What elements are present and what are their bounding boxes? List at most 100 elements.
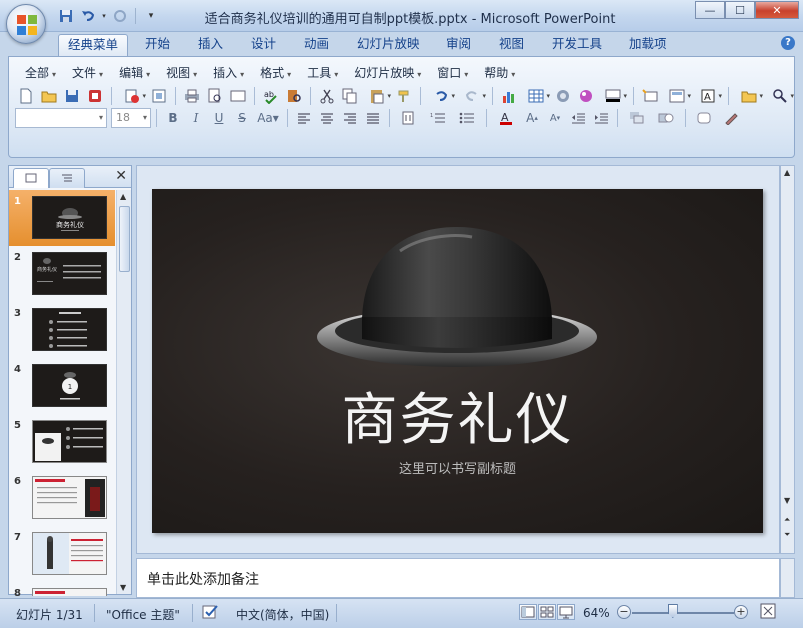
bold-button[interactable]: B [162,108,184,128]
office-button[interactable] [6,4,46,44]
maximize-button[interactable]: ☐ [725,1,755,19]
research-icon[interactable] [283,85,305,107]
strikethrough-button[interactable]: S [231,108,253,128]
fill-color-icon[interactable] [598,85,628,107]
slide-view-icon[interactable] [227,85,249,107]
save-icon[interactable] [61,85,83,107]
insert-picture-icon[interactable] [575,85,597,107]
menu-edit[interactable]: 编辑 ▾ [111,64,158,82]
tab-outline[interactable] [49,168,85,188]
notes-pane[interactable]: 单击此处添加备注 [136,558,780,598]
scroll-down-icon[interactable]: ▼ [784,496,790,505]
font-size-combo[interactable]: 18 [111,108,151,128]
tab-design[interactable]: 设计 [242,34,285,56]
zoom-in-button[interactable]: + [734,605,748,619]
format-painter-icon[interactable] [393,85,415,107]
font-color-icon[interactable]: A [492,108,520,128]
chevron-down-icon[interactable]: ▾ [100,6,108,26]
print-preview-icon[interactable] [204,85,226,107]
save-icon[interactable] [56,6,76,26]
copy-icon[interactable] [339,85,361,107]
close-button[interactable]: ✕ [755,1,799,19]
slide-thumbnail-2[interactable]: 2 商务礼仪 [9,246,115,302]
new-slide-icon[interactable] [639,85,661,107]
spelling-icon[interactable]: ab [260,85,282,107]
open-folder-icon[interactable] [38,85,60,107]
shapes-icon[interactable] [652,108,680,128]
shape-outline-icon[interactable] [720,108,742,128]
menu-all[interactable]: 全部 ▾ [17,64,64,82]
bullets-icon[interactable] [453,108,481,128]
menu-help[interactable]: 帮助 ▾ [476,64,523,82]
slide-thumbnail-5[interactable]: 5 [9,414,115,470]
language-indicator[interactable]: 中文(简体，中国) [236,606,329,623]
slide-thumbnail-3[interactable]: 3 [9,302,115,358]
menu-slideshow[interactable]: 幻灯片放映 ▾ [346,64,429,82]
zoom-level[interactable]: 64% [583,606,610,620]
chart-icon[interactable] [498,85,520,107]
menu-view[interactable]: 视图 ▾ [158,64,205,82]
cut-icon[interactable] [316,85,338,107]
scroll-down-icon[interactable]: ▼ [120,583,126,592]
tab-slideshow[interactable]: 幻灯片放映 [348,34,429,56]
paste-icon[interactable] [362,85,392,107]
tab-review[interactable]: 审阅 [437,34,480,56]
insert-clipart-icon[interactable] [552,85,574,107]
numbering-icon[interactable]: 1 [424,108,452,128]
shape-fill-icon[interactable] [691,108,719,128]
slide-thumbnail-6[interactable]: 6 [9,470,115,526]
slide-thumbnail-8[interactable]: 8 [9,582,115,596]
tab-developer[interactable]: 开发工具 [543,34,611,56]
justify-icon[interactable] [362,108,384,128]
slide-scrollbar[interactable]: ▲ ▼ ⏶ ⏷ [780,165,795,554]
menu-file[interactable]: 文件 ▾ [64,64,111,82]
redo-icon[interactable] [457,85,487,107]
slideshow-button[interactable] [557,604,575,620]
menu-tools[interactable]: 工具 ▾ [299,64,346,82]
text-direction-icon[interactable] [395,108,423,128]
normal-view-button[interactable] [519,604,537,620]
slide-thumbnail-4[interactable]: 4 1 [9,358,115,414]
print-icon[interactable] [181,85,203,107]
slide-thumbnail-1[interactable]: 1 商务礼仪 [9,190,115,246]
slide-subtitle[interactable]: 这里可以书写副标题 [152,458,763,477]
slide-sorter-button[interactable] [538,604,556,620]
change-case-button[interactable]: Aa▾ [254,108,282,128]
tab-animation[interactable]: 动画 [295,34,338,56]
spell-check-icon[interactable] [202,604,222,623]
zoom-out-button[interactable]: − [617,605,631,619]
tab-addins[interactable]: 加载项 [620,34,676,56]
customize-qat-icon[interactable]: ▾ [141,6,161,26]
decrease-indent-icon[interactable] [567,108,589,128]
notes-scrollbar[interactable] [780,558,795,598]
tab-home[interactable]: 开始 [136,34,179,56]
arrange-icon[interactable] [623,108,651,128]
grow-font-icon[interactable]: A ▴ [521,108,543,128]
scrollbar-thumb[interactable] [119,206,130,272]
align-right-icon[interactable] [339,108,361,128]
tab-view[interactable]: 视图 [490,34,533,56]
tab-slides[interactable] [13,168,49,188]
align-left-icon[interactable] [293,108,315,128]
minimize-button[interactable]: — [695,1,725,19]
increase-indent-icon[interactable] [590,108,612,128]
undo-icon[interactable] [426,85,456,107]
thumbnails-scrollbar[interactable]: ▲ ▼ [116,190,131,594]
textbox-icon[interactable]: A [693,85,723,107]
table-icon[interactable] [521,85,551,107]
menu-insert[interactable]: 插入 ▾ [205,64,252,82]
scroll-up-icon[interactable]: ▲ [120,192,126,201]
zoom-slider-thumb[interactable] [667,604,678,618]
previous-slide-icon[interactable]: ⏶ [784,515,790,525]
publish-icon[interactable] [117,85,147,107]
attach-icon[interactable] [148,85,170,107]
align-center-icon[interactable] [316,108,338,128]
shrink-font-icon[interactable]: A ▾ [544,108,566,128]
current-slide[interactable]: 商务礼仪 这里可以书写副标题 [152,189,763,533]
slide-title[interactable]: 商务礼仪 [152,375,763,456]
new-document-icon[interactable] [15,85,37,107]
redo-icon[interactable] [110,6,130,26]
tab-classic-menu[interactable]: 经典菜单 [58,34,129,56]
next-slide-icon[interactable]: ⏷ [784,530,790,540]
folder-icon[interactable] [734,85,764,107]
